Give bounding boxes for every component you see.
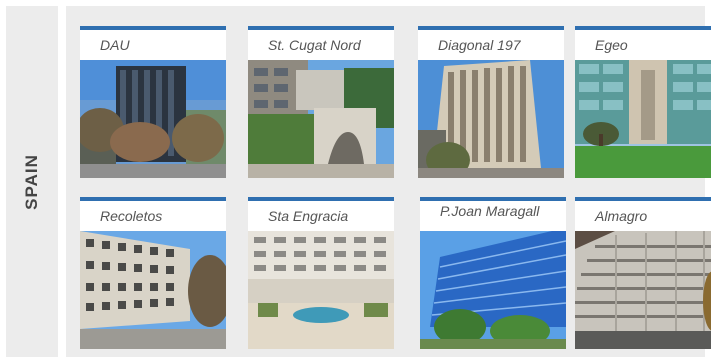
property-name: St. Cugat Nord — [268, 37, 361, 53]
property-card-dau[interactable]: DAU — [80, 26, 226, 178]
card-label: Egeo — [575, 30, 711, 60]
card-label: Sta Engracia — [248, 201, 394, 231]
property-photo[interactable] — [575, 231, 711, 349]
property-photo[interactable] — [418, 60, 564, 178]
building-image-st-cugat-nord — [248, 60, 394, 178]
card-label: P.Joan Maragall — [420, 201, 566, 231]
card-label: Recoletos — [80, 201, 226, 231]
property-name: Almagro — [595, 208, 648, 224]
card-label: Diagonal 197 — [418, 30, 564, 60]
building-image-p-joan-maragall — [420, 231, 566, 349]
property-photo[interactable] — [80, 231, 226, 349]
property-name: P.Joan Maragall — [440, 203, 540, 219]
card-label: DAU — [80, 30, 226, 60]
property-card-diagonal-197[interactable]: Diagonal 197 — [418, 26, 564, 178]
property-card-recoletos[interactable]: Recoletos — [80, 197, 226, 349]
building-image-recoletos — [80, 231, 226, 349]
property-card-p-joan-maragall[interactable]: P.Joan Maragall — [420, 197, 566, 349]
building-image-almagro — [575, 231, 711, 349]
building-image-dau — [80, 60, 226, 178]
properties-panel: DAU St. Cugat Nord Diagonal 197 Egeo Rec… — [66, 6, 711, 357]
property-name: Recoletos — [100, 208, 163, 224]
property-card-egeo[interactable]: Egeo — [575, 26, 711, 178]
property-photo[interactable] — [420, 231, 566, 349]
card-label: St. Cugat Nord — [248, 30, 394, 60]
property-photo[interactable] — [248, 60, 394, 178]
building-image-sta-engracia — [248, 231, 394, 349]
card-label: Almagro — [575, 201, 711, 231]
building-image-diagonal-197 — [418, 60, 564, 178]
country-label-wrap: SPAIN — [6, 6, 58, 357]
property-photo[interactable] — [248, 231, 394, 349]
property-name: Diagonal 197 — [438, 37, 521, 53]
property-photo[interactable] — [80, 60, 226, 178]
country-label: SPAIN — [22, 153, 42, 210]
property-name: Egeo — [595, 37, 628, 53]
property-card-st-cugat-nord[interactable]: St. Cugat Nord — [248, 26, 394, 178]
property-name: DAU — [100, 37, 130, 53]
property-name: Sta Engracia — [268, 208, 349, 224]
building-image-egeo — [575, 60, 711, 178]
property-card-almagro[interactable]: Almagro — [575, 197, 711, 349]
property-card-sta-engracia[interactable]: Sta Engracia — [248, 197, 394, 349]
property-photo[interactable] — [575, 60, 711, 178]
